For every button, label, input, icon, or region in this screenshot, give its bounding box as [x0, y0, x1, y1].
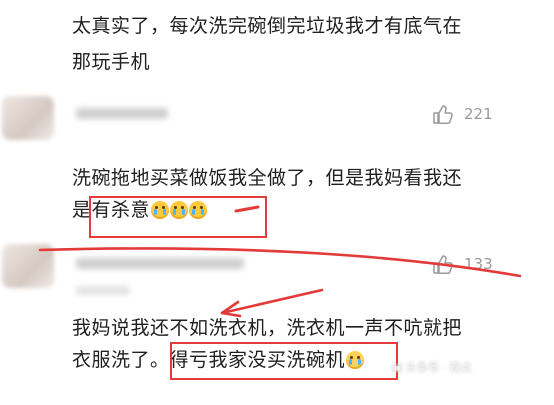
annotation-dash: [234, 205, 260, 213]
annotation-overlay: [38, 205, 522, 318]
annotation-curve: [38, 247, 522, 278]
